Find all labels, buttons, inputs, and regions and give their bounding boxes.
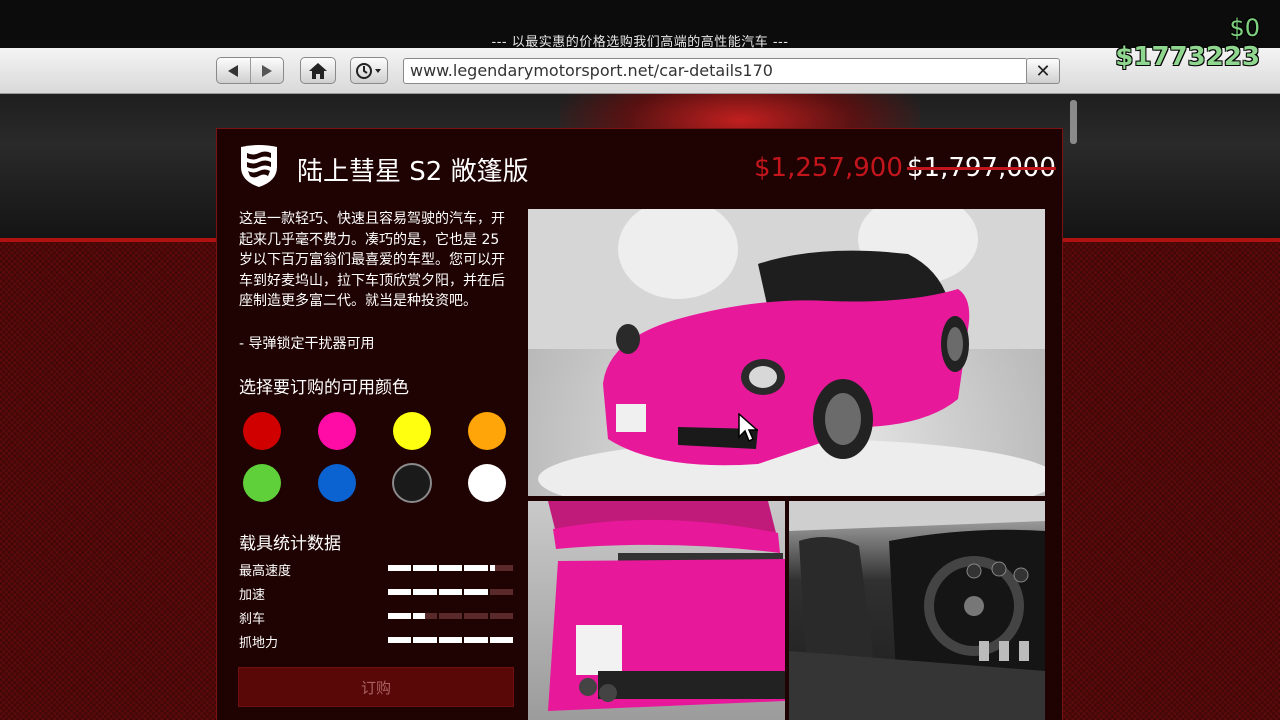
stat-bar-top-speed [388, 565, 514, 571]
vehicle-description: 这是一款轻巧、快速且容易驾驶的汽车，开起来几乎毫不费力。凑巧的是，它也是 25 … [239, 211, 505, 309]
back-button[interactable] [217, 58, 251, 83]
stat-bar-segment [388, 637, 412, 643]
stat-bar-fill [438, 637, 463, 643]
stat-bar-segment [413, 589, 437, 595]
original-price: $1,797,000 [907, 153, 1056, 183]
forward-arrow-icon [261, 64, 272, 77]
car-front-illustration [528, 209, 1045, 496]
stat-label-braking: 刹车 [239, 612, 266, 627]
url-input[interactable]: www.legendarymotorsport.net/car-details1… [403, 58, 1028, 84]
stat-bar-segment [438, 589, 463, 595]
car-image-interior[interactable] [789, 501, 1045, 720]
stat-bar-fill [388, 637, 412, 643]
vehicle-title: 陆上彗星 S2 敞篷版 [297, 157, 529, 187]
money-delta: $0 [1229, 14, 1260, 42]
stat-bar-segment [464, 565, 488, 571]
stat-bar-segment [413, 637, 437, 643]
stat-label-top-speed: 最高速度 [239, 564, 292, 579]
stat-bar-segment [413, 565, 437, 571]
stat-bar-acceleration [388, 589, 514, 595]
clock-icon [356, 62, 381, 79]
stat-bar-segment [489, 613, 514, 619]
back-arrow-icon [228, 64, 239, 77]
color-swatch-black[interactable] [392, 463, 432, 503]
stat-bar-segment [489, 589, 514, 595]
history-button[interactable] [350, 57, 388, 84]
stat-bar-fill [388, 565, 412, 571]
vehicle-feature: - 导弹锁定干扰器可用 [239, 336, 375, 352]
color-swatch-yellow[interactable] [393, 412, 431, 450]
car-image-main[interactable] [528, 209, 1045, 496]
car-rear-illustration [548, 501, 785, 711]
nav-buttons [216, 57, 284, 84]
color-swatch-pink[interactable] [318, 412, 356, 450]
color-swatch-red[interactable] [243, 412, 281, 450]
stat-bar-fill [464, 589, 488, 595]
color-swatch-orange[interactable] [468, 412, 506, 450]
stat-bar-fill [438, 589, 463, 595]
stat-label-traction: 抓地力 [239, 636, 279, 651]
stat-bar-traction [388, 637, 514, 643]
money-total: $1773223 [1115, 42, 1260, 72]
stat-bar-fill [489, 565, 496, 571]
color-swatch-green[interactable] [243, 464, 281, 502]
stat-bar-fill [464, 637, 488, 643]
stat-bar-fill [388, 613, 412, 619]
car-interior-illustration [789, 501, 1045, 720]
home-button[interactable] [300, 57, 336, 84]
stat-bar-segment [388, 589, 412, 595]
stat-bar-segment [438, 565, 463, 571]
car-image-rear[interactable] [528, 501, 785, 720]
home-icon [309, 62, 327, 79]
color-swatch-blue[interactable] [318, 464, 356, 502]
order-button[interactable]: 订购 [238, 667, 514, 707]
stat-bar-fill [388, 589, 412, 595]
vehicle-panel: 陆上彗星 S2 敞篷版 $1,257,900 $1,797,000 这是一款轻巧… [216, 128, 1063, 720]
stat-bar-segment [388, 565, 412, 571]
stat-bar-fill [464, 565, 488, 571]
stat-bar-fill [413, 565, 437, 571]
stat-bar-fill [413, 613, 426, 619]
stat-bar-segment [438, 613, 463, 619]
stat-label-acceleration: 加速 [239, 588, 266, 603]
mouse-cursor-icon [738, 413, 758, 443]
sale-price: $1,257,900 [754, 153, 903, 183]
stat-bar-segment [413, 613, 437, 619]
stat-bar-braking [388, 613, 514, 619]
stat-bar-fill [413, 589, 437, 595]
forward-button[interactable] [251, 58, 284, 83]
color-swatch-white[interactable] [468, 464, 506, 502]
stats-heading: 载具统计数据 [239, 534, 341, 554]
close-icon[interactable]: ✕ [1026, 58, 1060, 84]
brand-logo-icon [241, 145, 277, 187]
stat-bar-segment [388, 613, 412, 619]
colors-heading: 选择要订购的可用颜色 [239, 378, 409, 398]
stat-bar-segment [489, 565, 514, 571]
stat-bar-fill [489, 637, 514, 643]
stat-bar-segment [438, 637, 463, 643]
stat-bar-fill [413, 637, 437, 643]
stat-bar-segment [464, 589, 488, 595]
stat-bar-segment [489, 637, 514, 643]
stat-bar-segment [464, 637, 488, 643]
stat-bar-fill [438, 565, 463, 571]
stat-bar-segment [464, 613, 488, 619]
page-scrollbar[interactable] [1070, 100, 1077, 144]
